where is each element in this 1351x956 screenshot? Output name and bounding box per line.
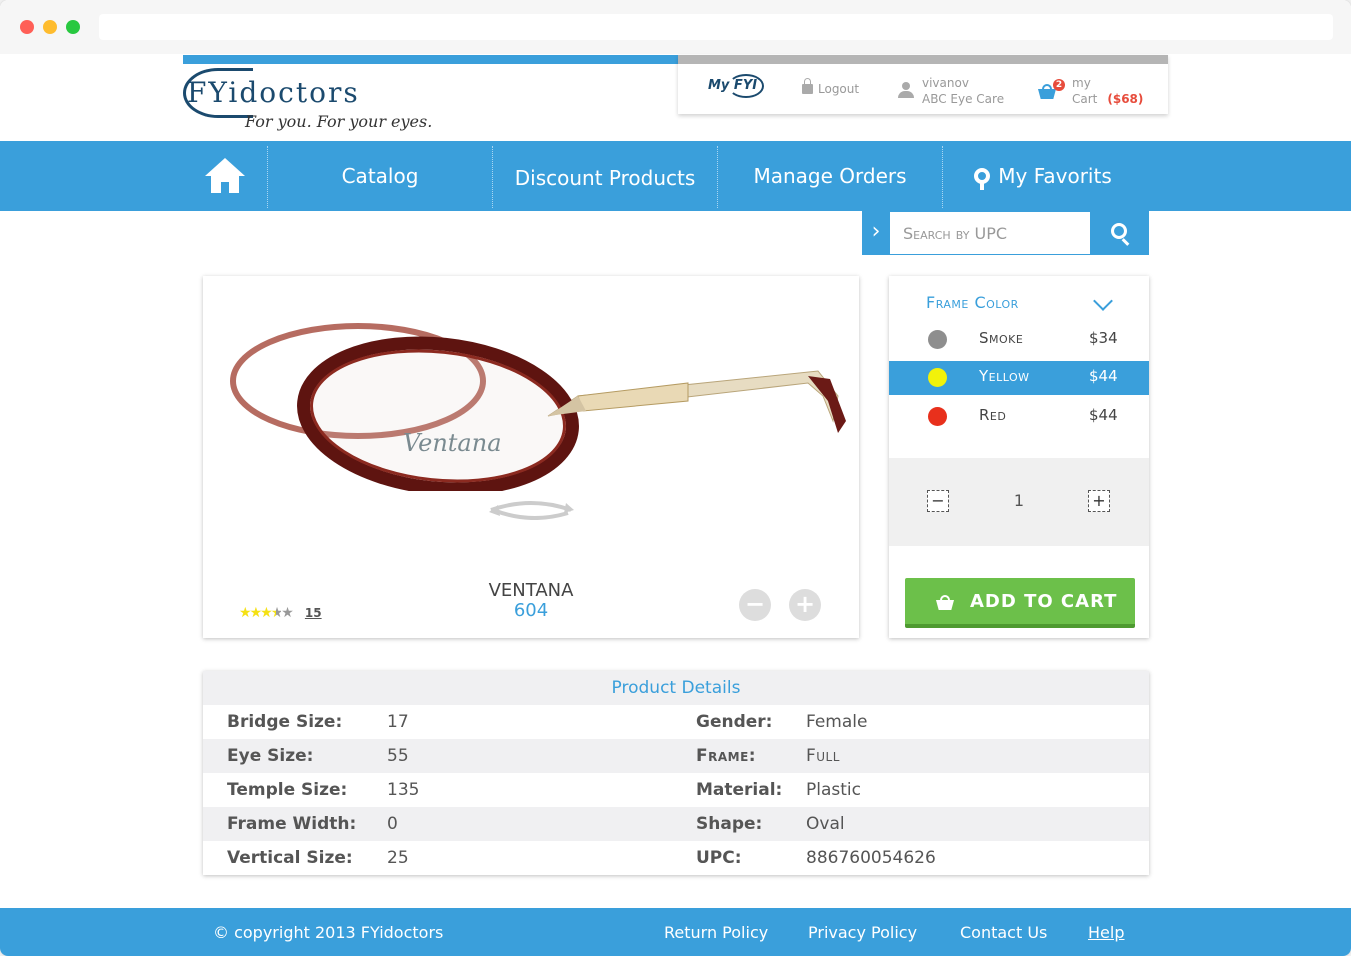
browser-window: FYidoctors For you. For your eyes. My FY… [0, 0, 1351, 956]
detail-value: 25 [387, 848, 409, 868]
company-name: ABC Eye Care [922, 92, 1005, 106]
cart-line2: Cart [1072, 92, 1098, 106]
contact-us-link[interactable]: Contact Us [960, 923, 1047, 942]
frame-color-heading[interactable]: Frame Color [926, 293, 1019, 312]
maximize-window-button[interactable] [66, 20, 80, 34]
nav-my-favorits[interactable]: My Favorits [943, 141, 1143, 211]
color-price: $44 [1089, 367, 1118, 385]
address-bar[interactable] [99, 14, 1333, 40]
logo-text: FYidoctors [187, 76, 360, 109]
detail-value: Oval [806, 814, 845, 834]
return-policy-link[interactable]: Return Policy [664, 923, 768, 942]
search-icon [1111, 223, 1127, 239]
chevron-down-icon[interactable] [1093, 291, 1113, 311]
detail-value: 17 [387, 712, 409, 732]
award-icon [974, 168, 991, 190]
add-to-cart-button[interactable]: ADD TO CART [905, 578, 1135, 628]
username: vivanov [922, 76, 969, 90]
minimize-window-button[interactable] [43, 20, 57, 34]
logout-link[interactable]: Logout [802, 78, 860, 96]
detail-value: 135 [387, 780, 420, 800]
detail-value: 0 [387, 814, 398, 834]
nav-my-favorits-label: My Favorits [998, 164, 1112, 188]
logo-tagline: For you. For your eyes. [245, 112, 433, 131]
logo-accent-bar [183, 55, 678, 64]
color-option-smoke[interactable]: Smoke $34 [889, 323, 1149, 357]
detail-value: 55 [387, 746, 409, 766]
detail-label: Bridge Size: [227, 712, 343, 732]
detail-label: UPC: [696, 848, 742, 868]
product-image: Ventana [230, 323, 846, 491]
detail-label: Shape: [696, 814, 763, 834]
quantity-value[interactable]: 1 [889, 491, 1149, 510]
table-row: Temple Size: 135 Material: Plastic [203, 773, 1149, 807]
main-nav: Catalog Discount Products Manage Orders … [0, 141, 1351, 211]
site-logo[interactable]: FYidoctors For you. For your eyes. [183, 64, 443, 140]
nav-catalog[interactable]: Catalog [268, 141, 492, 211]
upc-search-input[interactable] [890, 211, 1090, 255]
color-price: $44 [1089, 406, 1118, 424]
product-details-table: Product Details Bridge Size: 17 Gender: … [203, 671, 1149, 875]
rotate-360-icon[interactable] [486, 498, 576, 520]
detail-label: Gender: [696, 712, 773, 732]
detail-value: 886760054626 [806, 848, 936, 868]
color-option-red[interactable]: Red $44 [889, 400, 1149, 434]
user-icon [898, 82, 914, 98]
help-link[interactable]: Help [1088, 923, 1124, 942]
nav-manage-orders[interactable]: Manage Orders [718, 141, 942, 211]
search-button[interactable] [1090, 211, 1149, 255]
my-cart-link[interactable]: my Cart ($68) [1072, 75, 1143, 107]
site-footer: © copyright 2013 FYidoctors Return Polic… [0, 908, 1351, 956]
account-toolbar: My FYI Logout vivanov ABC Eye Care 2 my … [678, 55, 1168, 114]
myfyi-link[interactable]: My FYI [708, 78, 757, 93]
detail-label: Eye Size: [227, 746, 314, 766]
nav-discount-products[interactable]: Discount Products [493, 143, 717, 213]
detail-value: Full [806, 746, 840, 766]
color-name: Red [979, 406, 1007, 424]
frame-options-panel: Frame Color Smoke $34 Yellow $44 Red $44… [889, 276, 1149, 638]
table-row: Vertical Size: 25 UPC: 886760054626 [203, 841, 1149, 875]
color-swatch [928, 407, 947, 426]
detail-label: Frame: [696, 746, 757, 766]
lock-icon [802, 78, 813, 94]
detail-label: Vertical Size: [227, 848, 353, 868]
quantity-stepper: − 1 + [889, 458, 1149, 546]
color-name: Yellow [979, 367, 1030, 385]
cart-count-badge: 2 [1053, 79, 1065, 91]
quantity-increase-button[interactable]: + [1088, 490, 1110, 512]
detail-label: Temple Size: [227, 780, 348, 800]
product-details-title: Product Details [203, 671, 1149, 705]
color-price: $34 [1089, 329, 1118, 347]
color-swatch [928, 330, 947, 349]
table-row: Eye Size: 55 Frame: Full [203, 739, 1149, 773]
detail-value: Female [806, 712, 868, 732]
product-image-panel: Ventana ★★★★★ 15 VENTANA 604 − + [203, 276, 859, 638]
search-expand-chevron[interactable]: › [862, 211, 890, 255]
close-window-button[interactable] [20, 20, 34, 34]
table-row: Bridge Size: 17 Gender: Female [203, 705, 1149, 739]
color-option-yellow[interactable]: Yellow $44 [889, 361, 1149, 395]
zoom-in-button[interactable]: + [789, 589, 821, 621]
color-swatch [928, 368, 947, 387]
basket-icon [936, 595, 954, 610]
detail-label: Frame Width: [227, 814, 357, 834]
cart-amount: ($68) [1107, 92, 1144, 106]
user-info: vivanov ABC Eye Care [922, 75, 1004, 107]
logout-label: Logout [818, 82, 860, 96]
home-icon[interactable] [205, 158, 245, 194]
privacy-policy-link[interactable]: Privacy Policy [808, 923, 917, 942]
zoom-out-button[interactable]: − [739, 589, 771, 621]
image-brand-text: Ventana [403, 429, 502, 457]
window-titlebar [0, 0, 1351, 54]
color-name: Smoke [979, 329, 1024, 347]
copyright-text: © copyright 2013 FYidoctors [213, 923, 444, 942]
table-row: Frame Width: 0 Shape: Oval [203, 807, 1149, 841]
detail-value: Plastic [806, 780, 861, 800]
add-to-cart-label: ADD TO CART [970, 591, 1118, 612]
detail-label: Material: [696, 780, 783, 800]
cart-line1: my [1072, 76, 1091, 90]
